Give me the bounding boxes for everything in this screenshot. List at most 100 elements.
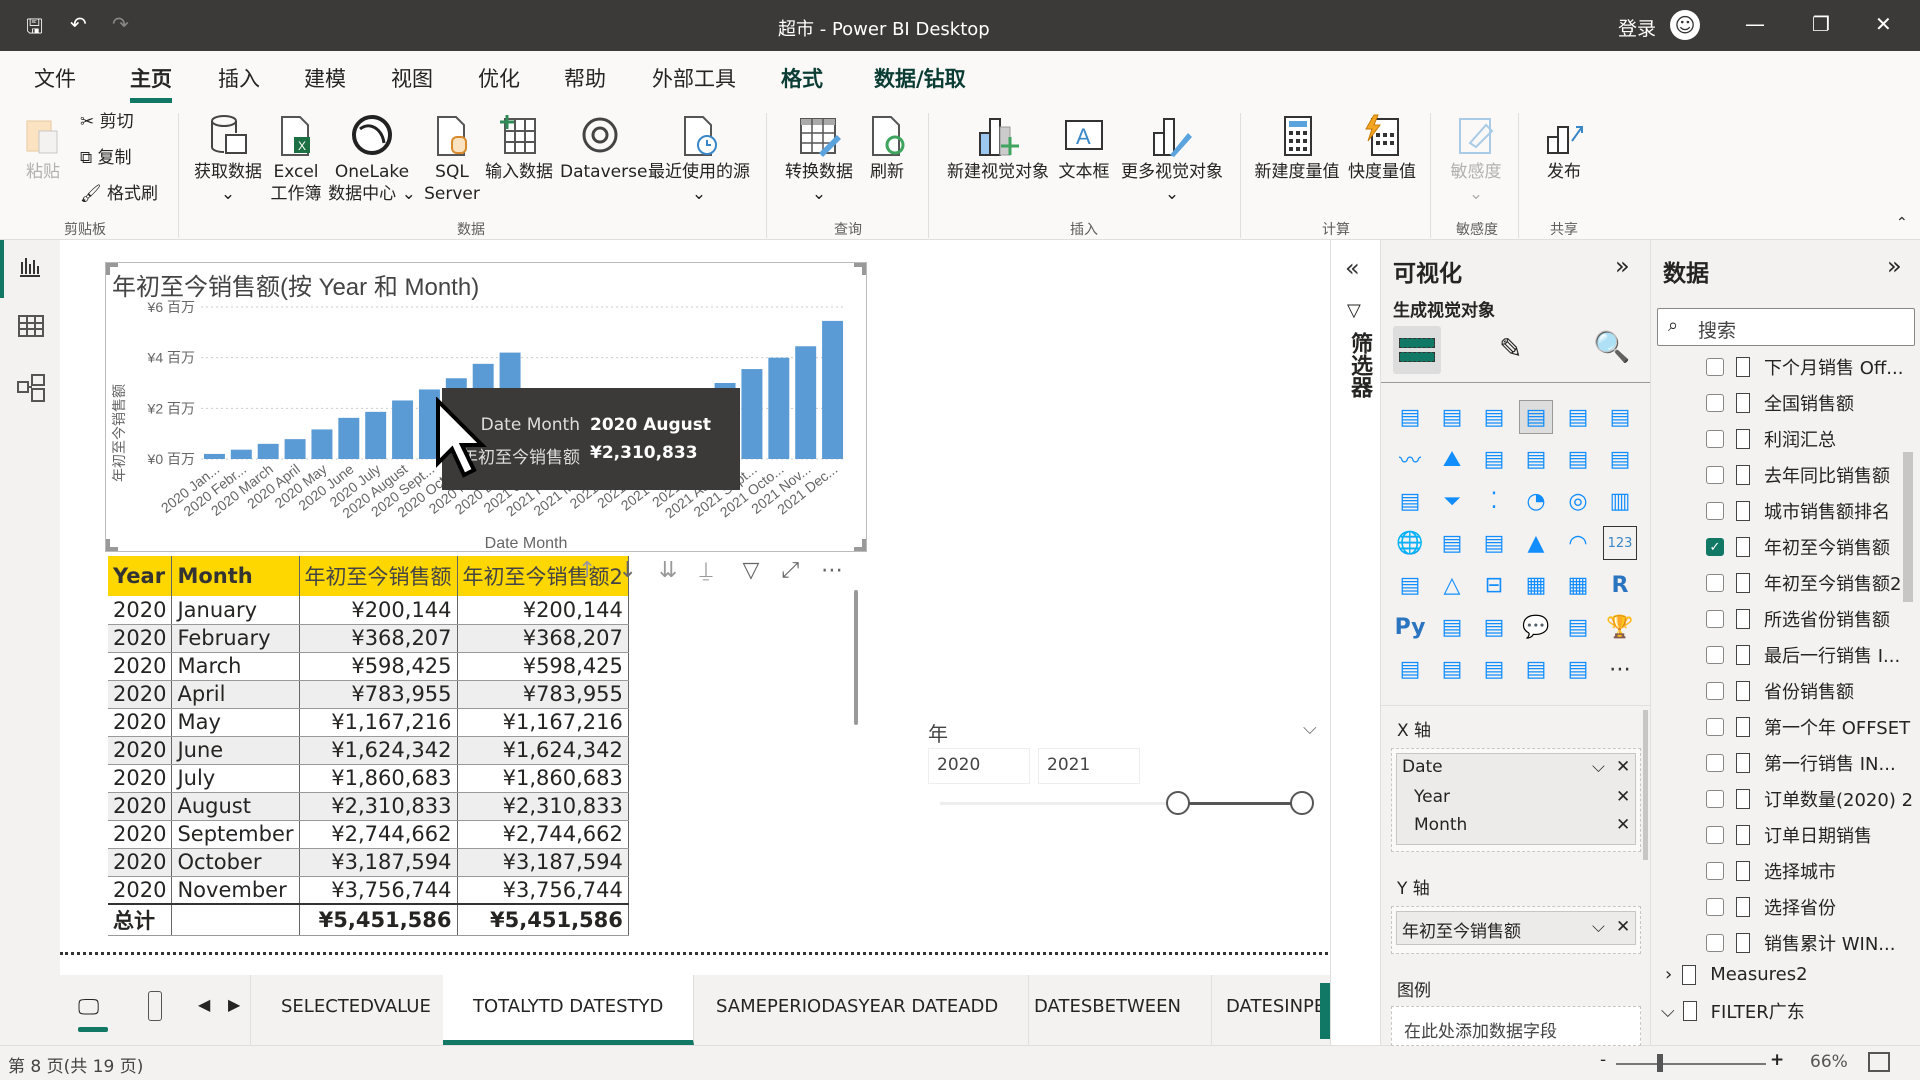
minimize-icon[interactable]: — <box>1745 12 1765 36</box>
kpi-icon[interactable]: △ <box>1435 568 1469 602</box>
drill-down-icon[interactable]: ↓ <box>618 558 636 583</box>
field-checkbox[interactable] <box>1706 394 1724 412</box>
field-pill[interactable]: Year <box>1414 787 1450 807</box>
bar[interactable] <box>203 453 225 459</box>
smart-narrative-icon[interactable]: ▤ <box>1561 610 1595 644</box>
redo-icon[interactable]: ↷ <box>112 12 129 36</box>
map-icon[interactable]: 🌐 <box>1393 526 1427 560</box>
stacked-area-icon[interactable]: ▤ <box>1477 442 1511 476</box>
undo-icon[interactable]: ↶ <box>70 12 87 36</box>
bar[interactable] <box>392 400 414 459</box>
tab-external-tools[interactable]: 外部工具 <box>652 63 736 93</box>
paginated-report-icon[interactable]: ▤ <box>1393 652 1427 686</box>
zoom-slider-thumb[interactable] <box>1657 1054 1663 1072</box>
table-filter-guangdong[interactable]: ⌵ FILTER广东 <box>1661 998 1805 1024</box>
field-pill[interactable]: Month <box>1414 815 1467 835</box>
new-visual-button[interactable]: 新建视觉对象 <box>940 113 1056 183</box>
field-item[interactable]: 去年同比销售额 <box>1706 460 1890 490</box>
new-measure-button[interactable]: 新建度量值 <box>1252 113 1342 183</box>
legend-well[interactable]: 在此处添加数据字段 <box>1391 1006 1641 1046</box>
table-row[interactable]: 2020 August ¥2,310,833 ¥2,310,833 <box>108 792 629 821</box>
field-checkbox[interactable] <box>1706 502 1724 520</box>
mobile-layout-icon[interactable] <box>148 991 162 1021</box>
sensitivity-button[interactable]: 敏感度 ⌄ <box>1440 113 1512 205</box>
bar[interactable] <box>284 439 306 459</box>
cut-button[interactable]: ✂ 剪切 <box>80 111 134 133</box>
power-automate-icon[interactable]: ▤ <box>1561 652 1595 686</box>
build-visual-tab[interactable] <box>1393 326 1441 374</box>
field-item[interactable]: 下个月销售 Off... <box>1706 352 1903 382</box>
tab-format[interactable]: 格式 <box>781 63 823 93</box>
tab-help[interactable]: 帮助 <box>564 63 606 93</box>
100-column-icon[interactable]: ▤ <box>1603 400 1637 434</box>
bar[interactable] <box>822 320 844 459</box>
tab-home[interactable]: 主页 <box>130 63 172 103</box>
stacked-bar-icon[interactable]: ▤ <box>1393 400 1427 434</box>
scroll-left-icon[interactable]: ◀ <box>198 995 210 1014</box>
table-measures2[interactable]: › Measures2 <box>1665 964 1808 985</box>
scroll-right-icon[interactable]: ▶ <box>228 995 240 1014</box>
ribbon-icon[interactable]: ▤ <box>1603 442 1637 476</box>
field-item[interactable]: 销售累计 WIN... <box>1706 928 1895 958</box>
table-row[interactable]: 2020 April ¥783,955 ¥783,955 <box>108 680 629 709</box>
table-row[interactable]: 2020 October ¥3,187,594 ¥3,187,594 <box>108 848 629 877</box>
field-item[interactable]: 第一行销售 IN... <box>1706 748 1896 778</box>
next-level-icon[interactable]: ⇊ <box>659 558 677 583</box>
field-pill[interactable]: 年初至今销售额 <box>1402 917 1521 942</box>
field-pill[interactable]: Date <box>1402 757 1443 777</box>
tab-modeling[interactable]: 建模 <box>304 63 346 93</box>
line-stacked-column-icon[interactable]: ▤ <box>1561 442 1595 476</box>
funnel-icon[interactable]: ⏷ <box>1435 484 1469 518</box>
bar[interactable] <box>741 369 763 459</box>
r-visual-icon[interactable]: R <box>1603 568 1637 602</box>
textbox-button[interactable]: A 文本框 <box>1056 113 1112 183</box>
table-row[interactable]: 2020 May ¥1,167,216 ¥1,167,216 <box>108 708 629 737</box>
excel-button[interactable]: X Excel 工作簿 <box>268 113 324 205</box>
page-tab-active[interactable]: TOTALYTD DATESTYD <box>443 975 695 1045</box>
donut-icon[interactable]: ◎ <box>1561 484 1595 518</box>
expand-hierarchy-icon[interactable]: ⍊ <box>699 558 712 583</box>
more-options-icon[interactable]: ⋯ <box>821 558 843 583</box>
stacked-column-icon[interactable]: ▤ <box>1435 400 1469 434</box>
remove-icon[interactable]: ✕ <box>1616 787 1630 807</box>
zoom-out-icon[interactable]: - <box>1600 1050 1606 1070</box>
fit-to-page-icon[interactable] <box>1868 1052 1890 1072</box>
remove-icon[interactable]: ✕ <box>1616 917 1630 937</box>
field-checkbox[interactable] <box>1706 466 1724 484</box>
x-axis-well[interactable]: Date ⌵ ✕ Year ✕ Month ✕ <box>1391 748 1641 852</box>
waterfall-icon[interactable]: ▤ <box>1393 484 1427 518</box>
report-view-icon[interactable] <box>18 254 42 284</box>
close-icon[interactable]: ✕ <box>1875 12 1892 36</box>
more-icon[interactable]: ⋯ <box>1603 652 1637 686</box>
page-tab[interactable]: DATESBETWEEN <box>1004 975 1212 1045</box>
collapse-ribbon-icon[interactable]: ⌃ <box>1896 215 1908 231</box>
slicer-start-input[interactable]: 2020 <box>928 748 1030 784</box>
field-checkbox[interactable] <box>1706 862 1724 880</box>
page-tab[interactable]: SELECTEDVALUE <box>250 975 462 1045</box>
field-item[interactable]: 全国销售额 <box>1706 388 1854 418</box>
page-tab[interactable]: DATESINPERIO <box>1196 975 1330 1045</box>
field-checkbox[interactable] <box>1706 934 1724 952</box>
slicer-end-handle[interactable] <box>1290 791 1314 815</box>
bar[interactable] <box>768 357 790 459</box>
field-item[interactable]: 选择省份 <box>1706 892 1836 922</box>
model-view-icon[interactable] <box>17 374 45 406</box>
100-bar-icon[interactable]: ▤ <box>1561 400 1595 434</box>
tab-insert[interactable]: 插入 <box>218 63 260 93</box>
page-tab[interactable]: SAMEPERIODASYEAR DATEADD <box>686 975 1030 1045</box>
account-icon[interactable]: ☺ <box>1670 10 1700 40</box>
tab-view[interactable]: 视图 <box>391 63 433 93</box>
expand-filters-icon[interactable]: « <box>1345 254 1360 282</box>
signin-link[interactable]: 登录 <box>1618 14 1656 41</box>
zoom-in-icon[interactable]: + <box>1770 1050 1784 1070</box>
table-visual[interactable]: Year Month 年初至今销售额 年初至今销售额2 2020 January ¥… <box>108 556 629 936</box>
chevron-down-icon[interactable]: ⌵ <box>1592 917 1605 937</box>
collapse-pane-icon[interactable]: » <box>1615 252 1630 280</box>
clustered-bar-icon[interactable]: ▤ <box>1477 400 1511 434</box>
table-scrollbar[interactable] <box>854 590 858 725</box>
pie-icon[interactable]: ◔ <box>1519 484 1553 518</box>
key-influencers-icon[interactable]: ▤ <box>1435 610 1469 644</box>
remove-icon[interactable]: ✕ <box>1616 757 1630 777</box>
scatter-icon[interactable]: ⁚ <box>1477 484 1511 518</box>
quick-measure-button[interactable]: 快度量值 <box>1344 113 1420 183</box>
